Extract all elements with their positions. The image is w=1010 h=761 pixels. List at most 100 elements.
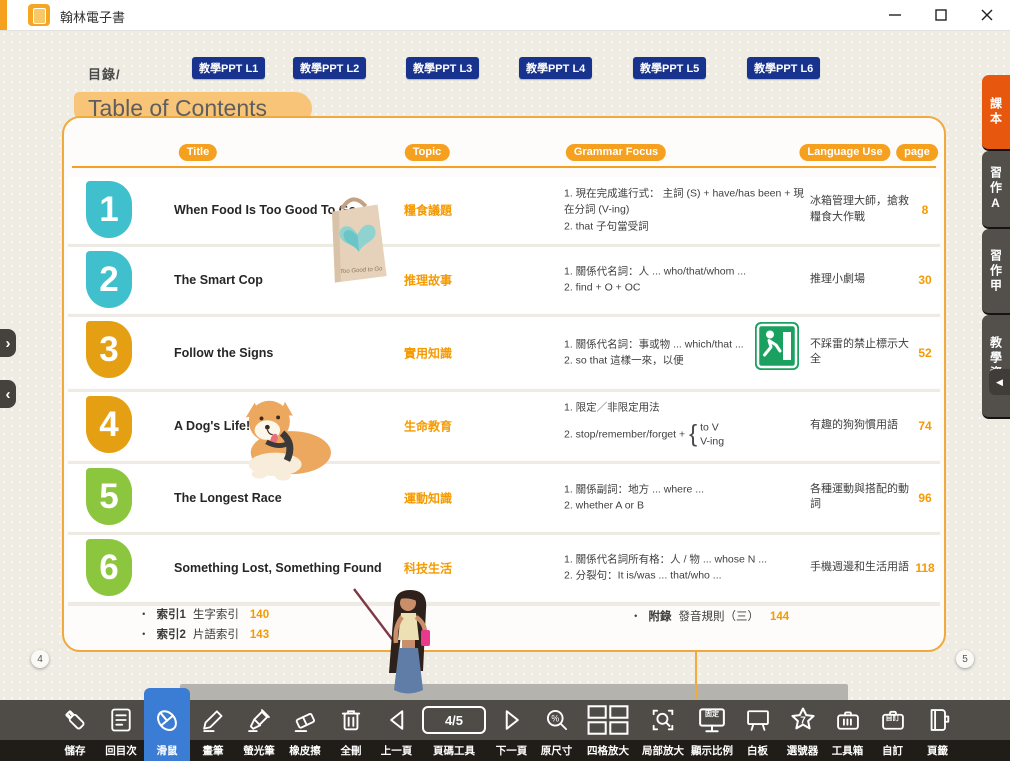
toolbar-item-whiteboard[interactable]: 白板: [735, 700, 780, 761]
lesson-grammar: 1. 現在完成進行式： 主詞 (S) + have/has been + 現在分…: [564, 186, 812, 235]
svg-text:7: 7: [800, 716, 806, 727]
tab-workbook-a[interactable]: 習作A: [982, 151, 1010, 229]
region-zoom-icon: [649, 700, 677, 740]
toolbar-item-delete-all[interactable]: 全刪: [328, 700, 374, 761]
lesson-grammar: 1. 關係代名詞所有格：人 / 物 ... whose N ...2. 分裂句：…: [564, 552, 812, 585]
lesson-grammar: 1. 關係副詞：地方 ... where ...2. whether A or …: [564, 481, 812, 514]
toolbar-item-original-size[interactable]: % 原尺寸: [534, 700, 579, 761]
ppt-button-l2[interactable]: 教學PPT L2: [293, 57, 366, 79]
ppt-button-l6[interactable]: 教學PPT L6: [747, 57, 820, 79]
column-header-page: page: [896, 144, 938, 161]
toolbar-item-page-number-tool[interactable]: 4/5 頁碼工具: [419, 700, 489, 761]
pen-icon: [199, 700, 227, 740]
close-button[interactable]: [964, 0, 1010, 30]
toolbar-item-save[interactable]: 儲存: [52, 700, 98, 761]
toolbar-item-back-to-toc[interactable]: 回目次: [98, 700, 144, 761]
lesson-title: The Smart Cop: [174, 273, 263, 287]
index-line-2: ・ 索引2 片語索引 143: [138, 626, 269, 646]
tab-textbook[interactable]: 課本: [982, 75, 1010, 151]
toolbar-item-toolbox[interactable]: 工具箱: [825, 700, 870, 761]
lesson-number-badge: 4: [86, 396, 132, 453]
lesson-number-badge: 2: [86, 251, 132, 308]
lesson-page: 52: [908, 346, 942, 360]
lesson-language-use: 手機週邊和生活用語: [810, 560, 912, 576]
sidebar-collapse-button[interactable]: ◀: [989, 369, 1010, 395]
lesson-language-use: 有趣的狗狗慣用語: [810, 418, 912, 434]
fixed-label: 固定: [705, 709, 719, 719]
lesson-language-use: 推理小劇場: [810, 272, 912, 288]
lesson-topic: 生命教育: [404, 418, 452, 435]
tab-workbook-jia[interactable]: 習作甲: [982, 229, 1010, 315]
custom-label: 自訂: [886, 713, 900, 723]
toolbar-item-eraser[interactable]: 橡皮擦: [282, 700, 328, 761]
column-header-topic: Topic: [405, 144, 450, 161]
save-icon: [61, 700, 89, 740]
lesson-topic: 科技生活: [404, 560, 452, 577]
lesson-number-badge: 5: [86, 468, 132, 525]
toolbar-item-four-grid-zoom[interactable]: 四格放大: [579, 700, 637, 761]
triangle-left-icon: [383, 700, 411, 740]
index-line-1: ・ 索引1 生字索引 140: [138, 606, 269, 626]
maximize-button[interactable]: [918, 0, 964, 30]
toc-row-2[interactable]: 2 The Smart Cop 推理故事 1. 關係代名詞：人 ... who/…: [68, 247, 940, 313]
ppt-button-l1[interactable]: 教學PPT L1: [192, 57, 265, 79]
lesson-page: 30: [908, 273, 942, 287]
appendix-footnote: ・ 附錄 發音規則（三） 144: [630, 608, 789, 628]
page-tab-icon: [924, 700, 952, 740]
toolbar-item-display-scale[interactable]: 固定 顯示比例: [689, 700, 735, 761]
shiba-dog-image: [230, 392, 338, 487]
page-corner-right[interactable]: 5: [956, 650, 974, 668]
lesson-title: Follow the Signs: [174, 346, 273, 360]
lesson-number-badge: 1: [86, 181, 132, 238]
left-panel-expand-button[interactable]: ›: [0, 329, 16, 357]
display-scale-icon: 固定: [697, 700, 727, 740]
highlighter-icon: [245, 700, 273, 740]
window-title: 翰林電子書: [60, 7, 125, 26]
toolbar-item-page-tabs[interactable]: 頁籤: [915, 700, 960, 761]
column-header-title: Title: [179, 144, 217, 161]
page-indicator[interactable]: 4/5: [422, 706, 486, 734]
window-titlebar: 翰林電子書: [0, 0, 1010, 31]
svg-text:%: %: [551, 713, 559, 723]
header-divider: [72, 166, 936, 168]
titlebar-accent: [0, 0, 7, 30]
page-divider-line: [695, 650, 697, 700]
lesson-number-badge: 6: [86, 539, 132, 596]
lesson-number-badge: 3: [86, 321, 132, 378]
toc-row-5[interactable]: 5 The Longest Race 運動知識 1. 關係副詞：地方 ... w…: [68, 464, 940, 531]
column-header-grammar: Grammar Focus: [566, 144, 666, 161]
index-footnotes: ・ 索引1 生字索引 140 ・ 索引2 片語索引 143: [138, 606, 269, 645]
toolbox-icon: [834, 700, 862, 740]
toolbar-item-custom[interactable]: 自訂 自訂: [870, 700, 915, 761]
lesson-topic: 糧食議題: [404, 202, 452, 219]
toc-row-4[interactable]: 4 A Dog's Life! 生命教育 1. 限定／非限定用法 2. stop…: [68, 392, 940, 460]
toolbar-item-prev-page[interactable]: 上一頁: [374, 700, 419, 761]
ppt-button-l4[interactable]: 教學PPT L4: [519, 57, 592, 79]
tab-teaching-resources[interactable]: 教學資源: [982, 315, 1010, 419]
bottom-toolbar: 儲存 回目次 滑鼠: [0, 700, 1010, 761]
toc-row-3[interactable]: 3 Follow the Signs 實用知識 1. 關係代名詞：事或物 ...…: [68, 317, 940, 388]
ppt-button-l3[interactable]: 教學PPT L3: [406, 57, 479, 79]
page-scroll-bar[interactable]: [180, 684, 848, 701]
star-number-icon: 7: [788, 700, 818, 740]
table-of-contents-icon: [107, 700, 135, 740]
tote-bag-image: Too Good to Go: [316, 186, 397, 294]
toolbar-item-highlighter[interactable]: 螢光筆: [236, 700, 282, 761]
left-panel-collapse-button[interactable]: ‹: [0, 380, 16, 408]
brace-glyph: {: [689, 416, 697, 453]
ppt-button-l5[interactable]: 教學PPT L5: [633, 57, 706, 79]
page-corner-left[interactable]: 4: [31, 650, 49, 668]
toolbar-item-number-picker[interactable]: 7 選號器: [780, 700, 825, 761]
toolbar-item-mouse[interactable]: 滑鼠: [144, 688, 190, 761]
four-grid-icon: [586, 700, 630, 740]
toolbar-item-region-zoom[interactable]: 局部放大: [637, 700, 689, 761]
toc-row-6[interactable]: 6 Something Lost, Something Found 科技生活 1…: [68, 535, 940, 601]
minimize-button[interactable]: [872, 0, 918, 30]
toc-row-1[interactable]: 1 When Food Is Too Good To Go 糧食議題 1. 現在…: [68, 177, 940, 243]
toolbar-item-next-page[interactable]: 下一頁: [489, 700, 534, 761]
lesson-language-use: 不踩雷的禁止標示大全: [810, 337, 912, 369]
trash-icon: [337, 700, 365, 740]
toolbar-item-pen[interactable]: 畫筆: [190, 700, 236, 761]
lesson-language-use: 各種運動與搭配的動詞: [810, 482, 912, 514]
lesson-page: 74: [908, 419, 942, 433]
